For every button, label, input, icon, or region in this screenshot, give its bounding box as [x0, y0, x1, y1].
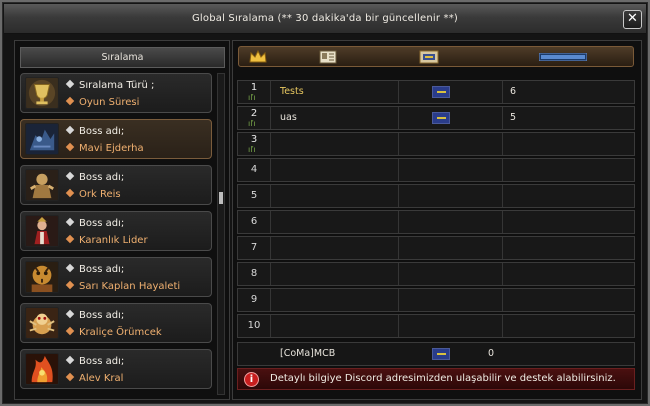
ranking-row[interactable]: 9: [237, 288, 635, 312]
category-item-yellow-tiger-ghost[interactable]: Boss adı; Sarı Kaplan Hayaleti: [20, 257, 212, 297]
progress-bar-icon: [539, 53, 587, 61]
category-item-flame-king[interactable]: Boss adı; Alev Kral: [20, 349, 212, 389]
category-value: Alev Kral: [65, 372, 123, 384]
rank-number: 8: [250, 268, 258, 279]
name-card-icon: [319, 50, 337, 64]
category-item-orc-chief[interactable]: Boss adı; Ork Reis: [20, 165, 212, 205]
category-value: Mavi Ejderha: [65, 142, 144, 154]
dark-leader-portrait-icon: [25, 215, 59, 247]
guild-flag-icon: [432, 112, 450, 124]
rank-number: 3 ıľı: [248, 134, 258, 154]
category-prefix: Boss adı;: [65, 355, 124, 367]
rank-number: 5: [250, 190, 258, 201]
ranking-row[interactable]: 10: [237, 314, 635, 338]
own-ranking-row: [CoMa]MCB 0: [237, 342, 635, 366]
ranking-row[interactable]: 1 ıľı Tests 6: [237, 80, 635, 104]
blue-dragon-portrait-icon: [25, 123, 59, 155]
rank-laurel-icon: ıľı: [248, 93, 256, 102]
title-bar[interactable]: Global Sıralama (** 30 dakika'da bir gün…: [4, 4, 646, 34]
info-icon: i: [244, 372, 259, 387]
rank-number: 6: [250, 216, 258, 227]
info-text: Detaylı bilgiye Discord adresimizden ula…: [270, 373, 616, 384]
category-value: Karanlık Lider: [65, 234, 148, 246]
player-score: 6: [510, 86, 517, 97]
rank-number: 9: [250, 294, 258, 305]
ranking-table-panel: 1 ıľı Tests 6 2 ıľı uas 5 3 ıľı 4 5 6 7 8 9 10 [CoMa]MCB…: [232, 40, 642, 400]
guild-flag-icon: [419, 50, 439, 64]
category-prefix: Boss adı;: [65, 263, 124, 275]
category-scrollbar[interactable]: [217, 73, 225, 395]
trophy-portrait-icon: [25, 77, 59, 109]
category-value: Oyun Süresi: [65, 96, 139, 108]
category-prefix: Boss adı;: [65, 125, 124, 137]
player-name: uas: [280, 112, 297, 123]
queen-spider-portrait-icon: [25, 307, 59, 339]
category-item-blue-dragon[interactable]: Boss adı; Mavi Ejderha: [20, 119, 212, 159]
category-item-dark-leader[interactable]: Boss adı; Karanlık Lider: [20, 211, 212, 251]
global-ranking-window: Global Sıralama (** 30 dakika'da bir gün…: [0, 0, 650, 406]
flame-king-portrait-icon: [25, 353, 59, 385]
rank-number: 7: [250, 242, 258, 253]
scrollbar-thumb[interactable]: [219, 192, 223, 204]
orc-chief-portrait-icon: [25, 169, 59, 201]
rank-laurel-icon: ıľı: [248, 145, 256, 154]
info-banner: i Detaylı bilgiye Discord adresimizden u…: [237, 368, 635, 390]
category-value: Sarı Kaplan Hayaleti: [65, 280, 180, 292]
category-value: Kraliçe Örümcek: [65, 326, 162, 338]
rank-number: 1 ıľı: [248, 82, 258, 102]
guild-flag-icon: [432, 86, 450, 98]
close-button[interactable]: ✕: [623, 10, 642, 29]
ranking-row[interactable]: 3 ıľı: [237, 132, 635, 156]
category-prefix: Sıralama Türü ;: [65, 79, 154, 91]
own-score: 0: [488, 348, 495, 359]
rank-number: 4: [250, 164, 258, 175]
ranking-row[interactable]: 6: [237, 210, 635, 234]
ranking-row[interactable]: 5: [237, 184, 635, 208]
ranking-category-panel: Sıralama Sıralama Türü ; Oyun Süresi Bos…: [14, 40, 230, 400]
category-prefix: Boss adı;: [65, 309, 124, 321]
category-item-queen-spider[interactable]: Boss adı; Kraliçe Örümcek: [20, 303, 212, 343]
ranking-row[interactable]: 7: [237, 236, 635, 260]
own-guild-flag-icon: [432, 348, 450, 360]
ranking-row[interactable]: 2 ıľı uas 5: [237, 106, 635, 130]
player-score: 5: [510, 112, 517, 123]
yellow-tiger-ghost-portrait-icon: [25, 261, 59, 293]
rank-number: 2 ıľı: [248, 108, 258, 128]
window-title: Global Sıralama (** 30 dakika'da bir gün…: [191, 13, 459, 24]
category-value: Ork Reis: [65, 188, 121, 200]
category-item-ranking-type[interactable]: Sıralama Türü ; Oyun Süresi: [20, 73, 212, 113]
category-prefix: Boss adı;: [65, 217, 124, 229]
ranking-row[interactable]: 8: [237, 262, 635, 286]
player-name: Tests: [280, 86, 304, 97]
own-name: [CoMa]MCB: [280, 348, 336, 359]
ranking-row[interactable]: 4: [237, 158, 635, 182]
rank-laurel-icon: ıľı: [248, 119, 256, 128]
rank-number: 10: [247, 320, 261, 331]
ranking-category-header: Sıralama: [20, 47, 225, 68]
category-prefix: Boss adı;: [65, 171, 124, 183]
ranking-column-header: [238, 46, 634, 67]
crown-icon: [249, 50, 267, 63]
